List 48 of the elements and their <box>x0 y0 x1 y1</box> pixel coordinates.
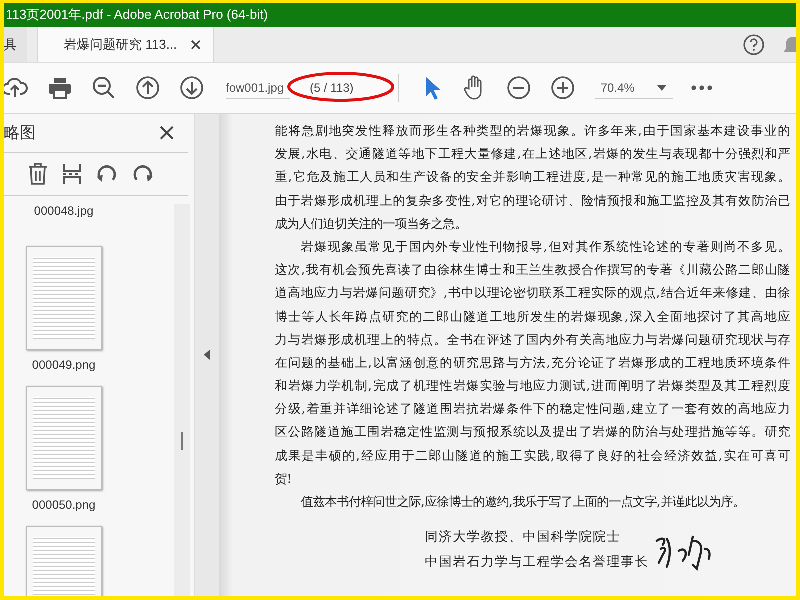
text-line: 值兹本书付梓问世之际,应徐博士的邀约,我乐于写了上面的一点文字,并谨此以为序。 <box>300 493 746 511</box>
scrollbar[interactable] <box>174 204 190 596</box>
signature-title: 中国岩石力学与工程学会名誉理事长 <box>425 554 649 572</box>
page-label-field[interactable]: fow001.jpg <box>226 78 290 98</box>
document-tab[interactable]: 具 <box>4 27 27 62</box>
rotate-right-icon[interactable] <box>132 163 154 185</box>
close-icon[interactable] <box>160 126 174 140</box>
text-line: 力与岩爆形成机理上的特点。全书在评述了国内外有关高地应力与岩爆问题研究现状与存 <box>275 330 790 349</box>
zoom-in-icon[interactable] <box>550 76 575 100</box>
close-icon[interactable] <box>191 40 202 50</box>
document-tab[interactable]: 岩爆问题研究 113... <box>37 27 214 62</box>
page-thumbnail[interactable] <box>26 386 102 490</box>
text-line: 区公路隧道施工围岩稳定性监测与预报系统以及提出了岩爆的防治与处理措施等等。研究 <box>275 423 790 442</box>
help-icon[interactable] <box>743 34 765 56</box>
text-line: 博士等人长年蹲点研究的二郎山隧道工地所发生的岩爆现象,深入全面地探讨了其高地应 <box>275 308 790 326</box>
text-line: 分级,着重并详细论述了隧道围岩抗岩爆条件下的稳定性问题,建立了一套有效的高地应力 <box>275 400 790 418</box>
more-icon[interactable] <box>690 85 713 91</box>
zoom-dropdown[interactable]: 70.4% <box>594 78 673 98</box>
caret-icon[interactable] <box>656 84 667 90</box>
text-line: 发展,水电、交通隧道等地下工程大量修建,在上述地区,岩爆的发生与表现都十分强烈和严 <box>275 145 790 164</box>
text-line: 由于岩爆形成机理上的复杂多变性,对它的理论研讨、险情预报和施工监控及其有效防治已 <box>275 192 790 210</box>
previous-page-icon[interactable] <box>136 76 160 100</box>
text-line: 和岩爆力学机制,完成了机理性岩爆实验与地应力测试,进而阐明了岩爆类型及其工程烈度 <box>275 377 790 396</box>
cloud-upload-icon[interactable] <box>4 76 28 100</box>
thumbnail-label: 000048.jpg <box>34 204 94 218</box>
text-line: 在问题的基础上,以富涵创意的研究思路与方法,充分论证了岩爆形成的工程地质环境条件 <box>275 354 790 372</box>
text-line: 能将急剧地突发性释放而形生各种类型的岩爆现象。许多年来,由于国家基本建设事业的 <box>275 122 790 140</box>
collapse-arrow-icon[interactable] <box>204 350 210 360</box>
text-line: 重,它危及施工人员和生产设备的安全并影响工程进度,是一种常见的施工地质灾害现象。 <box>275 168 790 186</box>
text-line: 贺! <box>275 470 293 488</box>
page-thumbnail[interactable] <box>26 246 102 350</box>
text-line: 成为人们迫切关注的一项当务之急。 <box>275 214 468 233</box>
print-icon[interactable] <box>48 76 72 100</box>
next-page-icon[interactable] <box>180 76 204 100</box>
text-line: 这次,我有机会预先喜读了由徐林生博士和王兰生教授合作撰写的专著《川藏公路二郎山隧 <box>275 261 790 280</box>
zoom-out-icon[interactable] <box>92 76 116 100</box>
insert-page-icon[interactable] <box>62 163 82 185</box>
text-line: 成果是丰硕的,经应用于二郎山隧道的施工实践,取得了良好的社会经济效益,实在可喜可 <box>275 446 790 465</box>
thumbnail-label: 000049.png <box>32 358 96 372</box>
zoom-out-button-icon[interactable] <box>506 76 531 100</box>
text-line: 岩爆现象虽常见于国内外专业性刊物报导,但对其作系统性论述的专著则尚不多见。 <box>300 238 790 256</box>
window-title: 113页2001年.pdf - Adobe Acrobat Pro (64-bit) <box>6 6 268 24</box>
text-line: 道高地应力与岩爆问题研究》,书中以理论密切联系工程实际的观点,结合近年来修建、由徐 <box>275 284 790 302</box>
trash-icon[interactable] <box>28 163 48 185</box>
page-count: (5 / 113) <box>310 81 354 95</box>
panel-title: 略图 <box>4 124 36 144</box>
thumbnail-label: 000050.png <box>32 498 96 512</box>
signature-title: 同济大学教授、中国科学院院士 <box>425 529 621 548</box>
